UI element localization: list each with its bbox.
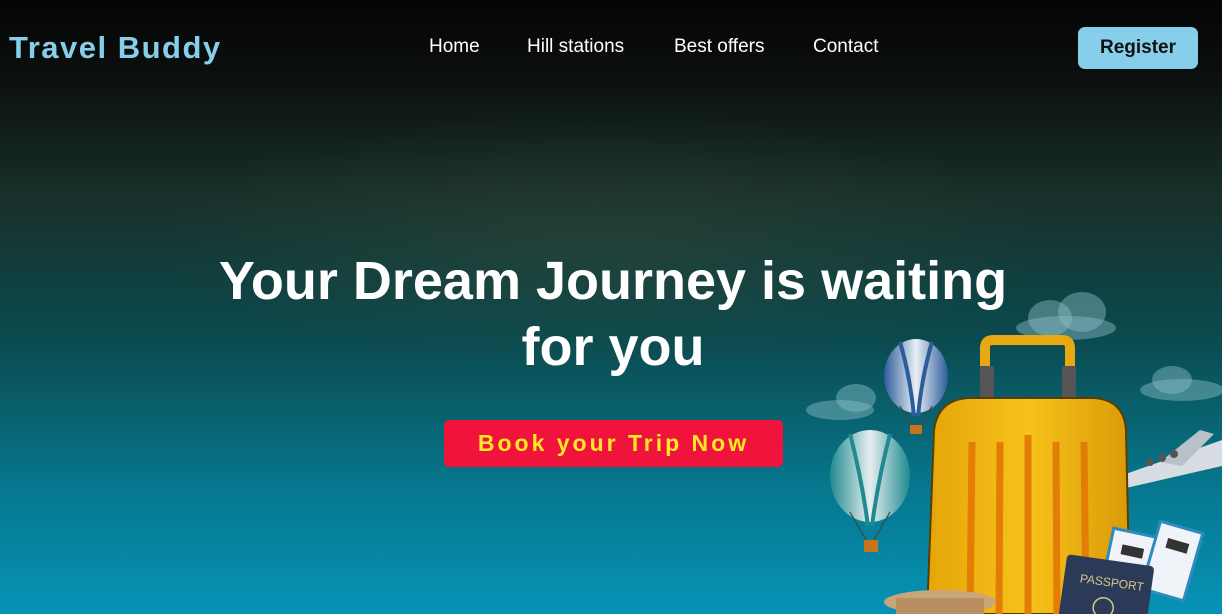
nav-item-contact[interactable]: Contact bbox=[813, 36, 878, 58]
book-trip-button[interactable]: Book your Trip Now bbox=[444, 420, 783, 467]
hat-icon bbox=[884, 590, 996, 614]
register-button[interactable]: Register bbox=[1078, 27, 1198, 69]
nav-item-hill-stations[interactable]: Hill stations bbox=[527, 36, 624, 58]
airplane-icon bbox=[1120, 430, 1222, 488]
main-nav: Home Hill stations Best offers Contact bbox=[0, 36, 1222, 62]
site-header: Travel Buddy Home Hill stations Best off… bbox=[0, 0, 1222, 96]
nav-item-home[interactable]: Home bbox=[429, 36, 480, 58]
travel-illustration: PASSPORT bbox=[806, 292, 1222, 614]
nav-item-best-offers[interactable]: Best offers bbox=[674, 36, 764, 58]
hot-air-balloon-icon bbox=[830, 430, 910, 552]
